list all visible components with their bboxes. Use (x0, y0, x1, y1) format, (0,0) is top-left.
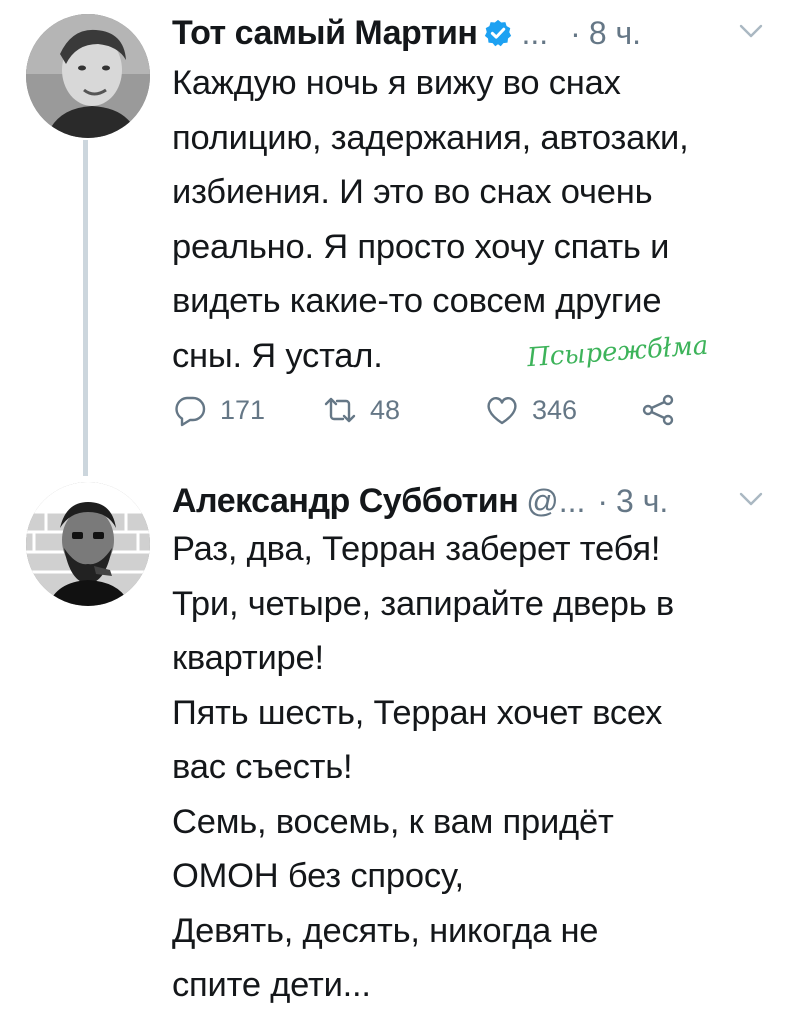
reply-icon (175, 396, 206, 427)
retweet-icon (324, 397, 356, 423)
reply-count: 171 (220, 394, 266, 425)
avatar[interactable] (26, 14, 150, 138)
thread-line (83, 140, 88, 476)
separator-dot: · (597, 482, 609, 519)
tweet-2[interactable]: Александр Субботин @... · 3 ч. Раз, два,… (0, 470, 800, 1009)
avatar[interactable] (26, 482, 150, 606)
author-handle[interactable]: @... (526, 483, 585, 520)
tweet-1[interactable]: Тот самый Мартин ... · 8 ч. Каждую ночь … (0, 0, 800, 476)
timestamp[interactable]: 8 ч. (589, 15, 641, 52)
tweet-actions: 171 48 346 (172, 388, 732, 432)
tweet-header: Александр Субботин @... · 3 ч. (172, 476, 772, 526)
heart-icon (487, 397, 517, 425)
separator-dot: · (570, 14, 581, 51)
like-count: 346 (532, 394, 578, 425)
reply-button[interactable]: 171 (172, 388, 265, 432)
author-handle[interactable]: ... (521, 15, 548, 52)
tweet-text: Раз, два, Терран заберет тебя! Три, четы… (172, 530, 675, 1004)
author-name[interactable]: Тот самый Мартин (172, 14, 478, 53)
avatar-photo-icon (26, 14, 150, 138)
like-button[interactable]: 346 (484, 388, 577, 432)
share-icon (642, 394, 674, 426)
avatar-photo-icon (26, 482, 150, 606)
chevron-down-icon[interactable] (738, 490, 764, 508)
retweet-count: 48 (370, 394, 401, 425)
verified-badge-icon (485, 19, 512, 47)
tweet-header: Тот самый Мартин ... · 8 ч. (172, 8, 772, 58)
chevron-down-icon[interactable] (738, 22, 764, 40)
share-button[interactable] (640, 388, 676, 432)
retweet-button[interactable]: 48 (322, 388, 400, 432)
timestamp[interactable]: 3 ч. (616, 483, 668, 520)
author-name[interactable]: Александр Субботин (172, 482, 519, 521)
